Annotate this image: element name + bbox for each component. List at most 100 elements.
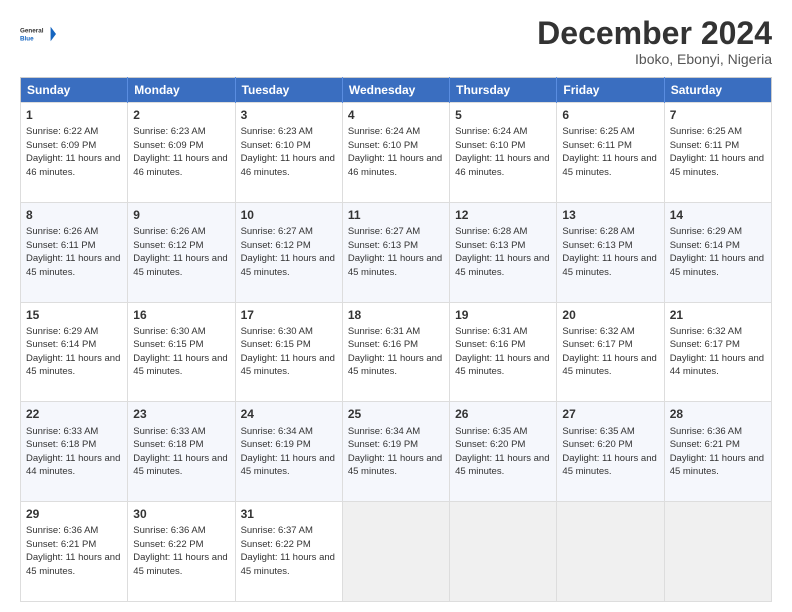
day-of-week-header: Tuesday xyxy=(235,78,342,103)
day-detail: Sunrise: 6:24 AMSunset: 6:10 PMDaylight:… xyxy=(455,126,549,178)
day-number: 1 xyxy=(26,107,122,123)
calendar-day-cell: 6 Sunrise: 6:25 AMSunset: 6:11 PMDayligh… xyxy=(557,103,664,203)
svg-text:Blue: Blue xyxy=(20,35,34,42)
day-detail: Sunrise: 6:35 AMSunset: 6:20 PMDaylight:… xyxy=(562,426,656,478)
calendar-day-cell xyxy=(342,502,449,602)
day-detail: Sunrise: 6:28 AMSunset: 6:13 PMDaylight:… xyxy=(562,226,656,278)
calendar-day-cell: 29 Sunrise: 6:36 AMSunset: 6:21 PMDaylig… xyxy=(21,502,128,602)
day-number: 20 xyxy=(562,307,658,323)
calendar-day-cell: 2 Sunrise: 6:23 AMSunset: 6:09 PMDayligh… xyxy=(128,103,235,203)
calendar-day-cell: 3 Sunrise: 6:23 AMSunset: 6:10 PMDayligh… xyxy=(235,103,342,203)
day-detail: Sunrise: 6:30 AMSunset: 6:15 PMDaylight:… xyxy=(241,326,335,378)
calendar-day-cell: 5 Sunrise: 6:24 AMSunset: 6:10 PMDayligh… xyxy=(450,103,557,203)
day-number: 14 xyxy=(670,207,766,223)
day-detail: Sunrise: 6:36 AMSunset: 6:21 PMDaylight:… xyxy=(670,426,764,478)
day-detail: Sunrise: 6:36 AMSunset: 6:21 PMDaylight:… xyxy=(26,525,120,577)
day-detail: Sunrise: 6:36 AMSunset: 6:22 PMDaylight:… xyxy=(133,525,227,577)
day-detail: Sunrise: 6:35 AMSunset: 6:20 PMDaylight:… xyxy=(455,426,549,478)
day-detail: Sunrise: 6:23 AMSunset: 6:10 PMDaylight:… xyxy=(241,126,335,178)
day-detail: Sunrise: 6:33 AMSunset: 6:18 PMDaylight:… xyxy=(133,426,227,478)
calendar-week-row: 29 Sunrise: 6:36 AMSunset: 6:21 PMDaylig… xyxy=(21,502,772,602)
day-number: 18 xyxy=(348,307,444,323)
day-number: 19 xyxy=(455,307,551,323)
calendar-day-cell: 16 Sunrise: 6:30 AMSunset: 6:15 PMDaylig… xyxy=(128,302,235,402)
day-detail: Sunrise: 6:27 AMSunset: 6:13 PMDaylight:… xyxy=(348,226,442,278)
day-detail: Sunrise: 6:37 AMSunset: 6:22 PMDaylight:… xyxy=(241,525,335,577)
calendar-day-cell: 24 Sunrise: 6:34 AMSunset: 6:19 PMDaylig… xyxy=(235,402,342,502)
calendar-day-cell: 4 Sunrise: 6:24 AMSunset: 6:10 PMDayligh… xyxy=(342,103,449,203)
calendar-week-row: 8 Sunrise: 6:26 AMSunset: 6:11 PMDayligh… xyxy=(21,202,772,302)
calendar-week-row: 15 Sunrise: 6:29 AMSunset: 6:14 PMDaylig… xyxy=(21,302,772,402)
logo-svg: General Blue xyxy=(20,16,56,52)
day-number: 3 xyxy=(241,107,337,123)
calendar-day-cell: 27 Sunrise: 6:35 AMSunset: 6:20 PMDaylig… xyxy=(557,402,664,502)
svg-text:General: General xyxy=(20,28,44,35)
day-of-week-header: Saturday xyxy=(664,78,771,103)
day-number: 30 xyxy=(133,506,229,522)
calendar-day-cell: 10 Sunrise: 6:27 AMSunset: 6:12 PMDaylig… xyxy=(235,202,342,302)
calendar-day-cell: 14 Sunrise: 6:29 AMSunset: 6:14 PMDaylig… xyxy=(664,202,771,302)
day-detail: Sunrise: 6:26 AMSunset: 6:11 PMDaylight:… xyxy=(26,226,120,278)
header: General Blue December 2024 Iboko, Ebonyi… xyxy=(20,16,772,67)
day-detail: Sunrise: 6:30 AMSunset: 6:15 PMDaylight:… xyxy=(133,326,227,378)
day-detail: Sunrise: 6:31 AMSunset: 6:16 PMDaylight:… xyxy=(455,326,549,378)
calendar-day-cell: 19 Sunrise: 6:31 AMSunset: 6:16 PMDaylig… xyxy=(450,302,557,402)
day-number: 15 xyxy=(26,307,122,323)
calendar-day-cell: 15 Sunrise: 6:29 AMSunset: 6:14 PMDaylig… xyxy=(21,302,128,402)
day-number: 21 xyxy=(670,307,766,323)
day-detail: Sunrise: 6:27 AMSunset: 6:12 PMDaylight:… xyxy=(241,226,335,278)
day-number: 6 xyxy=(562,107,658,123)
page-subtitle: Iboko, Ebonyi, Nigeria xyxy=(537,51,772,67)
day-of-week-header: Friday xyxy=(557,78,664,103)
calendar-day-cell: 8 Sunrise: 6:26 AMSunset: 6:11 PMDayligh… xyxy=(21,202,128,302)
day-number: 17 xyxy=(241,307,337,323)
calendar-day-cell: 26 Sunrise: 6:35 AMSunset: 6:20 PMDaylig… xyxy=(450,402,557,502)
day-number: 24 xyxy=(241,406,337,422)
day-number: 4 xyxy=(348,107,444,123)
day-number: 7 xyxy=(670,107,766,123)
day-detail: Sunrise: 6:34 AMSunset: 6:19 PMDaylight:… xyxy=(241,426,335,478)
calendar-day-cell xyxy=(664,502,771,602)
calendar-day-cell: 18 Sunrise: 6:31 AMSunset: 6:16 PMDaylig… xyxy=(342,302,449,402)
calendar-day-cell: 1 Sunrise: 6:22 AMSunset: 6:09 PMDayligh… xyxy=(21,103,128,203)
days-of-week-row: SundayMondayTuesdayWednesdayThursdayFrid… xyxy=(21,78,772,103)
calendar-day-cell: 13 Sunrise: 6:28 AMSunset: 6:13 PMDaylig… xyxy=(557,202,664,302)
day-number: 23 xyxy=(133,406,229,422)
day-detail: Sunrise: 6:25 AMSunset: 6:11 PMDaylight:… xyxy=(670,126,764,178)
day-number: 13 xyxy=(562,207,658,223)
day-detail: Sunrise: 6:33 AMSunset: 6:18 PMDaylight:… xyxy=(26,426,120,478)
page: General Blue December 2024 Iboko, Ebonyi… xyxy=(0,0,792,612)
day-number: 10 xyxy=(241,207,337,223)
calendar-day-cell: 12 Sunrise: 6:28 AMSunset: 6:13 PMDaylig… xyxy=(450,202,557,302)
day-detail: Sunrise: 6:26 AMSunset: 6:12 PMDaylight:… xyxy=(133,226,227,278)
calendar-day-cell: 22 Sunrise: 6:33 AMSunset: 6:18 PMDaylig… xyxy=(21,402,128,502)
calendar-day-cell: 11 Sunrise: 6:27 AMSunset: 6:13 PMDaylig… xyxy=(342,202,449,302)
day-number: 5 xyxy=(455,107,551,123)
day-number: 2 xyxy=(133,107,229,123)
day-number: 31 xyxy=(241,506,337,522)
day-detail: Sunrise: 6:32 AMSunset: 6:17 PMDaylight:… xyxy=(562,326,656,378)
calendar-day-cell: 23 Sunrise: 6:33 AMSunset: 6:18 PMDaylig… xyxy=(128,402,235,502)
title-block: December 2024 Iboko, Ebonyi, Nigeria xyxy=(537,16,772,67)
calendar-day-cell: 7 Sunrise: 6:25 AMSunset: 6:11 PMDayligh… xyxy=(664,103,771,203)
day-number: 25 xyxy=(348,406,444,422)
day-number: 28 xyxy=(670,406,766,422)
calendar-day-cell xyxy=(450,502,557,602)
calendar-day-cell: 28 Sunrise: 6:36 AMSunset: 6:21 PMDaylig… xyxy=(664,402,771,502)
day-number: 26 xyxy=(455,406,551,422)
calendar-day-cell: 20 Sunrise: 6:32 AMSunset: 6:17 PMDaylig… xyxy=(557,302,664,402)
calendar-day-cell: 25 Sunrise: 6:34 AMSunset: 6:19 PMDaylig… xyxy=(342,402,449,502)
calendar-week-row: 22 Sunrise: 6:33 AMSunset: 6:18 PMDaylig… xyxy=(21,402,772,502)
calendar-day-cell: 21 Sunrise: 6:32 AMSunset: 6:17 PMDaylig… xyxy=(664,302,771,402)
day-detail: Sunrise: 6:24 AMSunset: 6:10 PMDaylight:… xyxy=(348,126,442,178)
day-number: 27 xyxy=(562,406,658,422)
day-of-week-header: Monday xyxy=(128,78,235,103)
day-number: 9 xyxy=(133,207,229,223)
day-detail: Sunrise: 6:29 AMSunset: 6:14 PMDaylight:… xyxy=(670,226,764,278)
calendar-day-cell: 31 Sunrise: 6:37 AMSunset: 6:22 PMDaylig… xyxy=(235,502,342,602)
page-title: December 2024 xyxy=(537,16,772,51)
day-number: 11 xyxy=(348,207,444,223)
calendar-day-cell xyxy=(557,502,664,602)
day-number: 12 xyxy=(455,207,551,223)
day-number: 8 xyxy=(26,207,122,223)
